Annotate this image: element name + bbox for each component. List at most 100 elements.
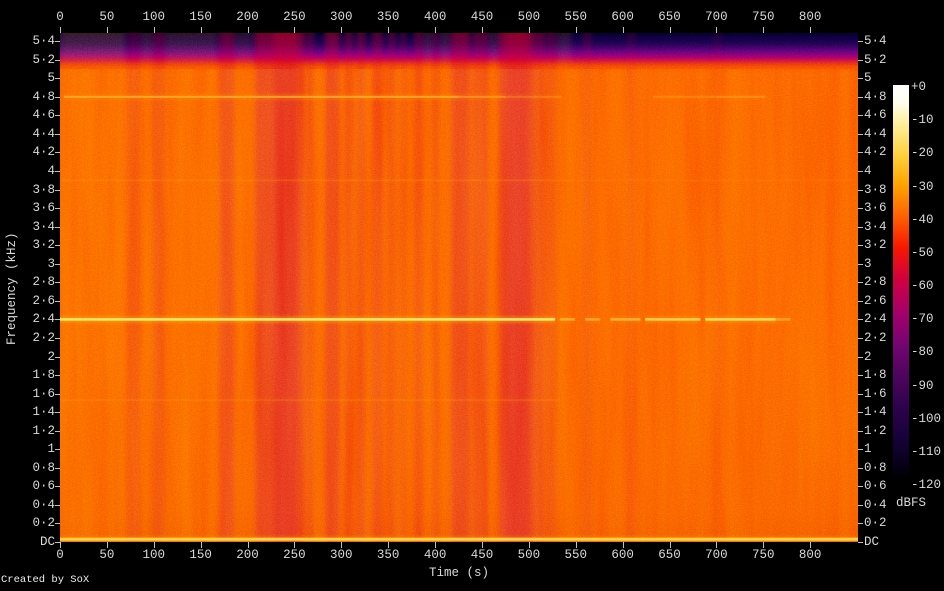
frequency-axis-title: Frequency (kHz)	[5, 232, 19, 346]
frequency-tick-mark	[858, 430, 863, 432]
frequency-tick-label: 0·4	[864, 497, 887, 512]
colorbar-tick-label: -110	[911, 444, 942, 459]
frequency-tick-label: 4·6	[864, 108, 887, 123]
frequency-tick-label: 5	[864, 71, 872, 86]
frequency-tick-mark	[858, 523, 863, 525]
frequency-tick-label: 5	[47, 71, 55, 86]
time-tick-mark	[106, 27, 108, 33]
tone-2.4khz	[585, 318, 601, 321]
frequency-tick-mark	[858, 393, 863, 395]
frequency-tick-label: 1·4	[32, 405, 55, 420]
frequency-tick-mark	[858, 319, 863, 321]
colorbar-tick-label: -50	[911, 245, 934, 260]
frequency-tick-mark	[858, 171, 863, 173]
frequency-tick-mark	[55, 393, 60, 395]
colorbar-gradient	[893, 85, 909, 475]
time-tick-label: 0	[56, 548, 64, 562]
time-tick-label: 400	[423, 10, 447, 24]
colorbar-tick-label: -90	[911, 378, 934, 393]
time-tick-mark	[622, 27, 624, 33]
frequency-tick-mark	[55, 133, 60, 135]
frequency-tick-label: 0·8	[32, 460, 55, 475]
credit-text: Created by SoX	[1, 574, 90, 586]
colorbar-tick-label: +0	[911, 80, 927, 94]
colorbar-tick-label: -80	[911, 345, 934, 360]
colorbar-tick-label: -70	[911, 312, 934, 327]
time-tick-label: 50	[99, 10, 115, 24]
tone-2.4khz	[645, 318, 701, 321]
time-tick-mark	[481, 27, 483, 33]
tone-4.8khz	[716, 95, 766, 98]
frequency-tick-label: 3·8	[32, 182, 55, 197]
frequency-tick-mark	[858, 208, 863, 210]
frequency-tick-label: 0·2	[864, 516, 887, 531]
frequency-tick-mark	[858, 226, 863, 228]
frequency-tick-mark	[858, 282, 863, 284]
time-tick-mark	[294, 27, 296, 33]
grain-noise	[60, 33, 858, 542]
time-tick-mark	[200, 27, 202, 33]
frequency-tick-mark	[858, 449, 863, 451]
frequency-tick-mark	[55, 319, 60, 321]
time-tick-mark	[341, 27, 343, 33]
time-tick-label: 600	[611, 10, 634, 24]
frequency-tick-label: DC	[39, 534, 55, 549]
time-tick-label: 50	[99, 548, 115, 562]
frequency-tick-mark	[55, 78, 60, 80]
time-tick-mark	[810, 27, 812, 33]
frequency-tick-label: 5·2	[32, 52, 55, 67]
frequency-tick-label: 4·2	[32, 145, 55, 160]
time-tick-label: 0	[56, 10, 64, 24]
frequency-tick-label: 1·2	[32, 423, 55, 438]
frequency-tick-mark	[55, 208, 60, 210]
time-tick-label: 800	[798, 10, 822, 24]
frequency-tick-mark	[858, 189, 863, 191]
frequency-tick-mark	[858, 486, 863, 488]
frequency-tick-label: 1·8	[32, 368, 55, 383]
frequency-tick-mark	[858, 356, 863, 358]
tone-2.4khz	[610, 318, 641, 321]
tone-4.8khz	[63, 95, 459, 98]
frequency-tick-mark	[55, 115, 60, 117]
frequency-tick-label: 0·4	[32, 497, 55, 512]
time-tick-label: 400	[423, 548, 447, 562]
time-tick-label: 700	[705, 548, 728, 562]
frequency-tick-mark	[55, 282, 60, 284]
frequency-tick-label: 5·4	[864, 34, 887, 49]
frequency-tick-mark	[55, 245, 60, 247]
time-tick-label: 650	[658, 10, 681, 24]
frequency-tick-mark	[55, 59, 60, 61]
tone-3.9khz	[566, 179, 853, 182]
frequency-tick-mark	[858, 375, 863, 377]
frequency-tick-mark	[55, 41, 60, 43]
colorbar-tick-label: -10	[911, 113, 934, 128]
frequency-tick-mark	[55, 300, 60, 302]
time-tick-label: 350	[376, 10, 400, 24]
time-tick-label: 550	[564, 548, 587, 562]
frequency-tick-label: 2·8	[864, 275, 887, 290]
time-tick-label: 300	[330, 548, 353, 562]
time-tick-mark	[669, 27, 671, 33]
frequency-tick-label: 2·6	[864, 293, 887, 308]
frequency-tick-mark	[55, 504, 60, 506]
frequency-tick-label: 4·4	[32, 126, 55, 141]
frequency-tick-label: 0·6	[864, 479, 887, 494]
frequency-tick-mark	[858, 541, 863, 543]
tone-4.8khz	[652, 95, 717, 98]
frequency-tick-mark	[55, 189, 60, 191]
sox-spectrogram-window: 0 50 100 150 200 250 300 350 400 450 500 550 600 650 7…	[0, 0, 944, 591]
frequency-tick-label: 1	[864, 442, 872, 457]
time-tick-label: 500	[517, 548, 541, 562]
time-tick-label: 450	[470, 10, 494, 24]
frequency-tick-mark	[858, 59, 863, 61]
frequency-tick-mark	[55, 467, 60, 469]
frequency-tick-label: 3·4	[864, 219, 887, 234]
frequency-tick-mark	[55, 96, 60, 98]
frequency-tick-mark	[858, 245, 863, 247]
time-tick-label: 100	[142, 548, 166, 562]
time-tick-label: 150	[189, 548, 212, 562]
colorbar-tick-label: -100	[911, 411, 942, 426]
frequency-tick-label: 1	[47, 442, 55, 457]
frequency-tick-label: 4·4	[864, 126, 887, 141]
frequency-tick-label: 4	[47, 164, 55, 179]
